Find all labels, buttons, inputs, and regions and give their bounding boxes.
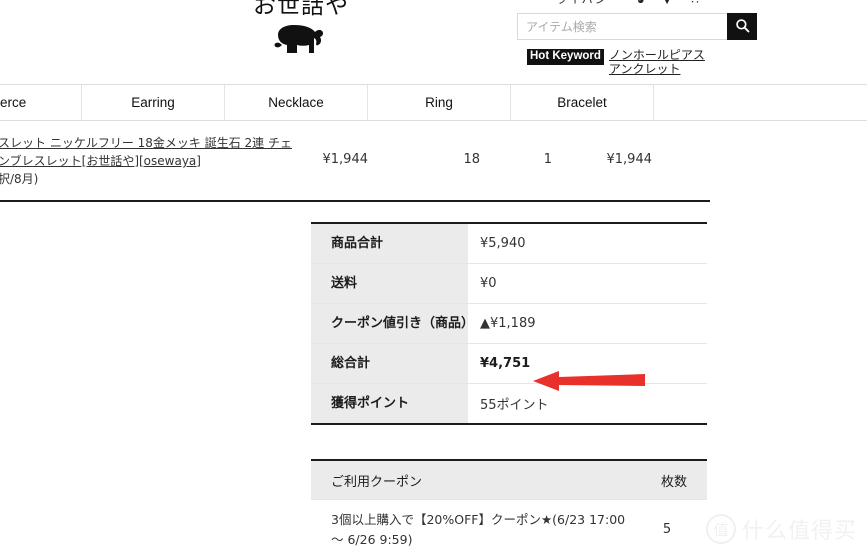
watermark-logo-icon: 值 — [705, 514, 736, 544]
search-input[interactable] — [517, 13, 727, 40]
summary-row-subtotal: 商品合計 ¥5,940 — [311, 224, 707, 264]
cart-item-name-line3: 択/8月) — [0, 172, 39, 186]
nav-item-necklace[interactable]: Necklace — [225, 85, 368, 120]
nav-item-earring[interactable]: Earring — [82, 85, 225, 120]
order-summary-table: 商品合計 ¥5,940 送料 ¥0 クーポン値引き（商品） ▲¥1,189 総合… — [311, 222, 707, 425]
cart-item-name-line2[interactable]: ンブレスレット[お世話や][osewaya] — [0, 154, 201, 168]
hot-keyword-row: Hot Keyword ノンホールピアス アンクレット — [527, 48, 719, 77]
nav-item-pierce[interactable]: erce — [0, 85, 82, 120]
category-navbar: erce Earring Necklace Ring Bracelet — [0, 84, 867, 121]
search-row — [517, 13, 757, 40]
search-icon — [735, 18, 750, 36]
search-button[interactable] — [727, 13, 757, 40]
watermark-text: 什么值得买 — [741, 519, 857, 544]
hot-keyword-badge: Hot Keyword — [527, 49, 604, 66]
hot-keyword-link-2[interactable]: アンクレット — [609, 62, 681, 76]
more-options-icon[interactable]: ⁙ — [690, 0, 701, 6]
cart-item-points: 18 — [463, 152, 480, 167]
summary-row-coupon-discount: クーポン値引き（商品） ▲¥1,189 — [311, 304, 707, 344]
cart-area: スレット ニッケルフリー 18金メッキ 誕生石 2連 チェ ンブレスレット[お世… — [0, 122, 867, 202]
cart-item-price: ¥1,944 — [322, 152, 369, 167]
clock-icon[interactable]: ◕ — [637, 0, 645, 6]
site-header: ライバシー ◕ ▼ ⁙ お世話や Hot Keyword — [0, 0, 867, 84]
summary-value-grand-total: ¥4,751 — [468, 344, 707, 383]
watermark: 值 什么值得买 — [705, 513, 857, 545]
applied-coupons-table: ご利用クーポン 枚数 3個以上購入で【20%OFF】クーポン★(6/23 17:… — [311, 459, 707, 560]
summary-label-earned-points: 獲得ポイント — [311, 384, 468, 423]
coupon-table-header: ご利用クーポン 枚数 — [311, 461, 707, 500]
coupon-row: 3個以上購入で【20%OFF】クーポン★(6/23 17:00 ～ 6/26 9… — [311, 500, 707, 560]
cart-item-quantity[interactable]: 1 — [510, 152, 552, 167]
caret-down-icon[interactable]: ▼ — [661, 0, 674, 6]
coupon-row-qty: 5 — [662, 522, 672, 537]
hot-keyword-links: ノンホールピアス アンクレット — [609, 48, 719, 77]
summary-value-shipping: ¥0 — [468, 264, 707, 303]
nav-item-bracelet[interactable]: Bracelet — [511, 85, 654, 120]
cart-item-subtotal: ¥1,944 — [606, 152, 653, 167]
site-logo[interactable]: お世話や — [236, 0, 366, 55]
summary-label-grand-total: 総合計 — [311, 344, 468, 383]
summary-value-subtotal: ¥5,940 — [468, 224, 707, 263]
summary-label-subtotal: 商品合計 — [311, 224, 468, 263]
hot-keyword-link-1[interactable]: ノンホールピアス — [609, 48, 705, 62]
summary-label-coupon-discount: クーポン値引き（商品） — [311, 304, 474, 343]
summary-row-earned-points: 獲得ポイント 55ポイント — [311, 384, 707, 423]
summary-label-shipping: 送料 — [311, 264, 468, 303]
logo-wordmark: お世話や — [253, 0, 349, 19]
summary-value-coupon-discount: ▲¥1,189 — [468, 304, 707, 343]
summary-row-grand-total: 総合計 ¥4,751 — [311, 344, 707, 384]
cart-line-item: スレット ニッケルフリー 18金メッキ 誕生石 2連 チェ ンブレスレット[お世… — [0, 122, 710, 202]
search-area — [517, 13, 757, 40]
cart-item-name[interactable]: スレット ニッケルフリー 18金メッキ 誕生石 2連 チェ ンブレスレット[お世… — [0, 134, 318, 188]
top-utility-icons: ライバシー ◕ ▼ ⁙ — [556, 0, 746, 7]
elephant-logo-icon — [236, 23, 366, 55]
cart-item-name-line1[interactable]: スレット ニッケルフリー 18金メッキ 誕生石 2連 チェ — [0, 136, 292, 150]
coupon-header-name: ご利用クーポン — [331, 474, 423, 490]
summary-row-shipping: 送料 ¥0 — [311, 264, 707, 304]
coupon-row-name: 3個以上購入で【20%OFF】クーポン★(6/23 17:00 ～ 6/26 9… — [331, 512, 626, 547]
summary-value-earned-points: 55ポイント — [468, 384, 707, 423]
coupon-header-qty: 枚数 — [660, 474, 687, 490]
nav-item-ring[interactable]: Ring — [368, 85, 511, 120]
privacy-text: ライバシー — [556, 0, 621, 6]
